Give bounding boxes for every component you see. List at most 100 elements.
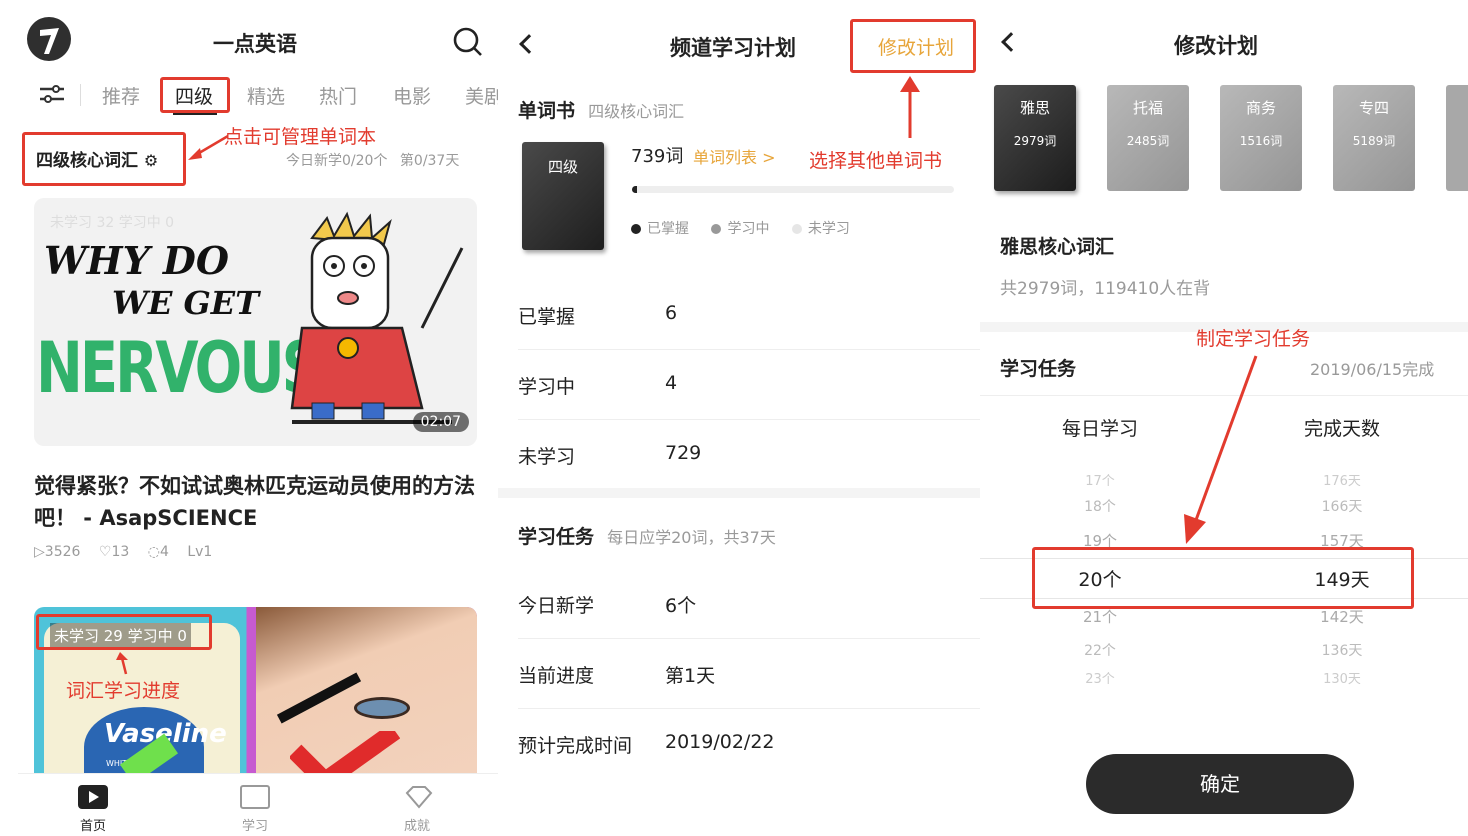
annotation-select: 选择其他单词书 (809, 150, 943, 172)
nav-achievement[interactable]: 成就 (372, 785, 462, 834)
annotation-arrow-progress (116, 652, 128, 675)
annotation-box-progress (36, 614, 212, 650)
diamond-icon (404, 785, 433, 809)
progress-fill (632, 186, 637, 193)
word-count: 739词 (631, 146, 684, 167)
wordbook-label: 单词书 四级核心词汇 (518, 96, 684, 123)
tab-hot[interactable]: 热门 (319, 82, 357, 109)
section-divider (498, 488, 980, 498)
tab-recommend[interactable]: 推荐 (102, 82, 140, 109)
picker-days-option[interactable]: 176天 (1272, 470, 1412, 489)
heart-icon: ♡ (98, 544, 112, 560)
day-progress: 第0/37天 (399, 153, 460, 169)
book-business[interactable]: 商务 1516词 (1220, 85, 1302, 191)
picker-days-option[interactable]: 166天 (1272, 496, 1412, 516)
book-cover-label: 四级 (547, 158, 578, 176)
art-text-weget: WE GET (112, 284, 259, 322)
annotation-box-wordbook (22, 132, 186, 186)
book-ielts[interactable]: 雅思 2979词 (994, 85, 1076, 191)
play-count: 3526 (44, 544, 81, 560)
task-row-today: 今日新学 6个 (518, 569, 980, 639)
red-check-icon (290, 731, 400, 777)
page-title: 频道学习计划 (670, 36, 796, 60)
annotation-task: 制定学习任务 (1196, 328, 1311, 350)
annotation-box-picker (1032, 547, 1414, 609)
back-icon-2[interactable] (1001, 32, 1021, 52)
task-desc: 每日应学20词，共37天 (607, 528, 776, 547)
video-duration: 02:07 (412, 412, 469, 432)
wordbook-label-text: 单词书 (518, 100, 576, 122)
today-new: 今日新学0/20个 (286, 153, 388, 169)
back-icon[interactable] (519, 34, 539, 54)
annotation-box-tab (160, 77, 230, 113)
legend-unlearned: 未学习 (791, 221, 850, 237)
task-header: 学习任务 每日应学20词，共37天 (518, 522, 776, 549)
tab-divider (80, 84, 81, 106)
task-label: 学习任务 (518, 526, 595, 548)
play-icon: ▷ (34, 544, 45, 560)
progress-bar (632, 186, 954, 193)
picker-daily-option[interactable]: 17个 (1030, 470, 1170, 489)
stat-row-learning: 学习中 4 (518, 350, 980, 420)
bottom-nav: 首页 学习 成就 (18, 773, 498, 836)
filter-icon[interactable] (38, 82, 66, 110)
selected-book-info: 共2979词，119410人在背 (1000, 279, 1211, 299)
nav-study-label: 学习 (241, 819, 268, 834)
video-thumbnail[interactable]: 未学习 32 学习中 0 WHY DO WE GET NERVOUS? 02:0… (34, 198, 477, 446)
task-row-eta: 预计完成时间 2019/02/22 (518, 731, 775, 757)
book-partial[interactable] (1446, 85, 1468, 191)
book-cover[interactable]: 四级 (522, 142, 604, 250)
app-title: 一点英语 (213, 32, 297, 56)
picker-daily-option[interactable]: 23个 (1030, 668, 1170, 687)
video-status: 未学习 32 学习中 0 (50, 215, 175, 231)
nav-study[interactable]: 学习 (210, 785, 300, 834)
tab-movie[interactable]: 电影 (393, 82, 431, 109)
picker-daily-option[interactable]: 22个 (1030, 640, 1170, 660)
picker-daily-option[interactable]: 21个 (1030, 606, 1170, 627)
like-count: 13 (111, 544, 130, 560)
book-toefl[interactable]: 托福 2485词 (1107, 85, 1189, 191)
tab-tv[interactable]: 美剧 (465, 82, 498, 109)
level-badge: Lv1 (187, 544, 213, 560)
search-icon[interactable] (452, 26, 484, 62)
selected-book-name: 雅思核心词汇 (1000, 236, 1115, 258)
finish-date: 2019/06/15完成 (1310, 360, 1435, 379)
book-icon (240, 785, 270, 809)
tab-featured[interactable]: 精选 (247, 82, 285, 109)
picker-days-option[interactable]: 142天 (1272, 606, 1412, 627)
nav-home[interactable]: 首页 (48, 785, 138, 834)
legend-mastered: 已掌握 (631, 221, 689, 237)
legend-learning: 学习中 (711, 221, 769, 237)
stat-row-unlearned: 未学习 729 (518, 442, 702, 468)
video-title[interactable]: 觉得紧张？不如试试奥林匹克运动员使用的方法吧！ - AsapSCIENCE (34, 470, 479, 534)
annotation-manage: 点击可管理单词本 (224, 126, 377, 148)
annotation-box-edit (850, 19, 976, 73)
word-list-link[interactable]: 单词列表 > (693, 144, 776, 168)
confirm-label: 确定 (1200, 772, 1240, 796)
home-video-icon (78, 785, 108, 809)
home-screen: 一点英语 推荐 四级 精选 热门 电影 美剧 四级核心词汇 ⚙ 点击可管理单词本… (0, 0, 498, 836)
picker-daily-option[interactable]: 18个 (1030, 496, 1170, 516)
col-daily-label: 每日学习 (1061, 418, 1138, 440)
annotation-arrow-manage (188, 134, 229, 160)
art-text-why: WHY DO (44, 238, 229, 283)
edit-plan-screen: 修改计划 雅思 2979词 托福 2485词 商务 1516词 专四 5189词 雅思核… (980, 0, 1468, 836)
stat-row-mastered: 已掌握 6 (518, 280, 980, 350)
video-meta: ▷3526 ♡13 ◌4 Lv1 (34, 544, 212, 560)
eye-shape (354, 697, 410, 719)
wordbook-name: 四级核心词汇 (588, 102, 685, 121)
progress-legend: 已掌握 学习中 未学习 (631, 218, 850, 238)
col-days-label: 完成天数 (1303, 418, 1380, 440)
comment-count: 4 (159, 544, 169, 560)
annotation-progress: 词汇学习进度 (66, 680, 181, 702)
picker-days-option[interactable]: 130天 (1272, 668, 1412, 687)
nav-home-label: 首页 (79, 819, 106, 834)
annotation-arrow-edit (900, 76, 920, 138)
today-progress: 今日新学0/20个 第0/37天 (286, 150, 459, 170)
book-tem4[interactable]: 专四 5189词 (1333, 85, 1415, 191)
annotation-arrow-task (1184, 355, 1258, 544)
cartoon-illustration (290, 211, 464, 424)
comment-icon: ◌ (147, 544, 160, 560)
confirm-button[interactable]: 确定 (1086, 754, 1354, 814)
picker-days-option[interactable]: 136天 (1272, 640, 1412, 660)
